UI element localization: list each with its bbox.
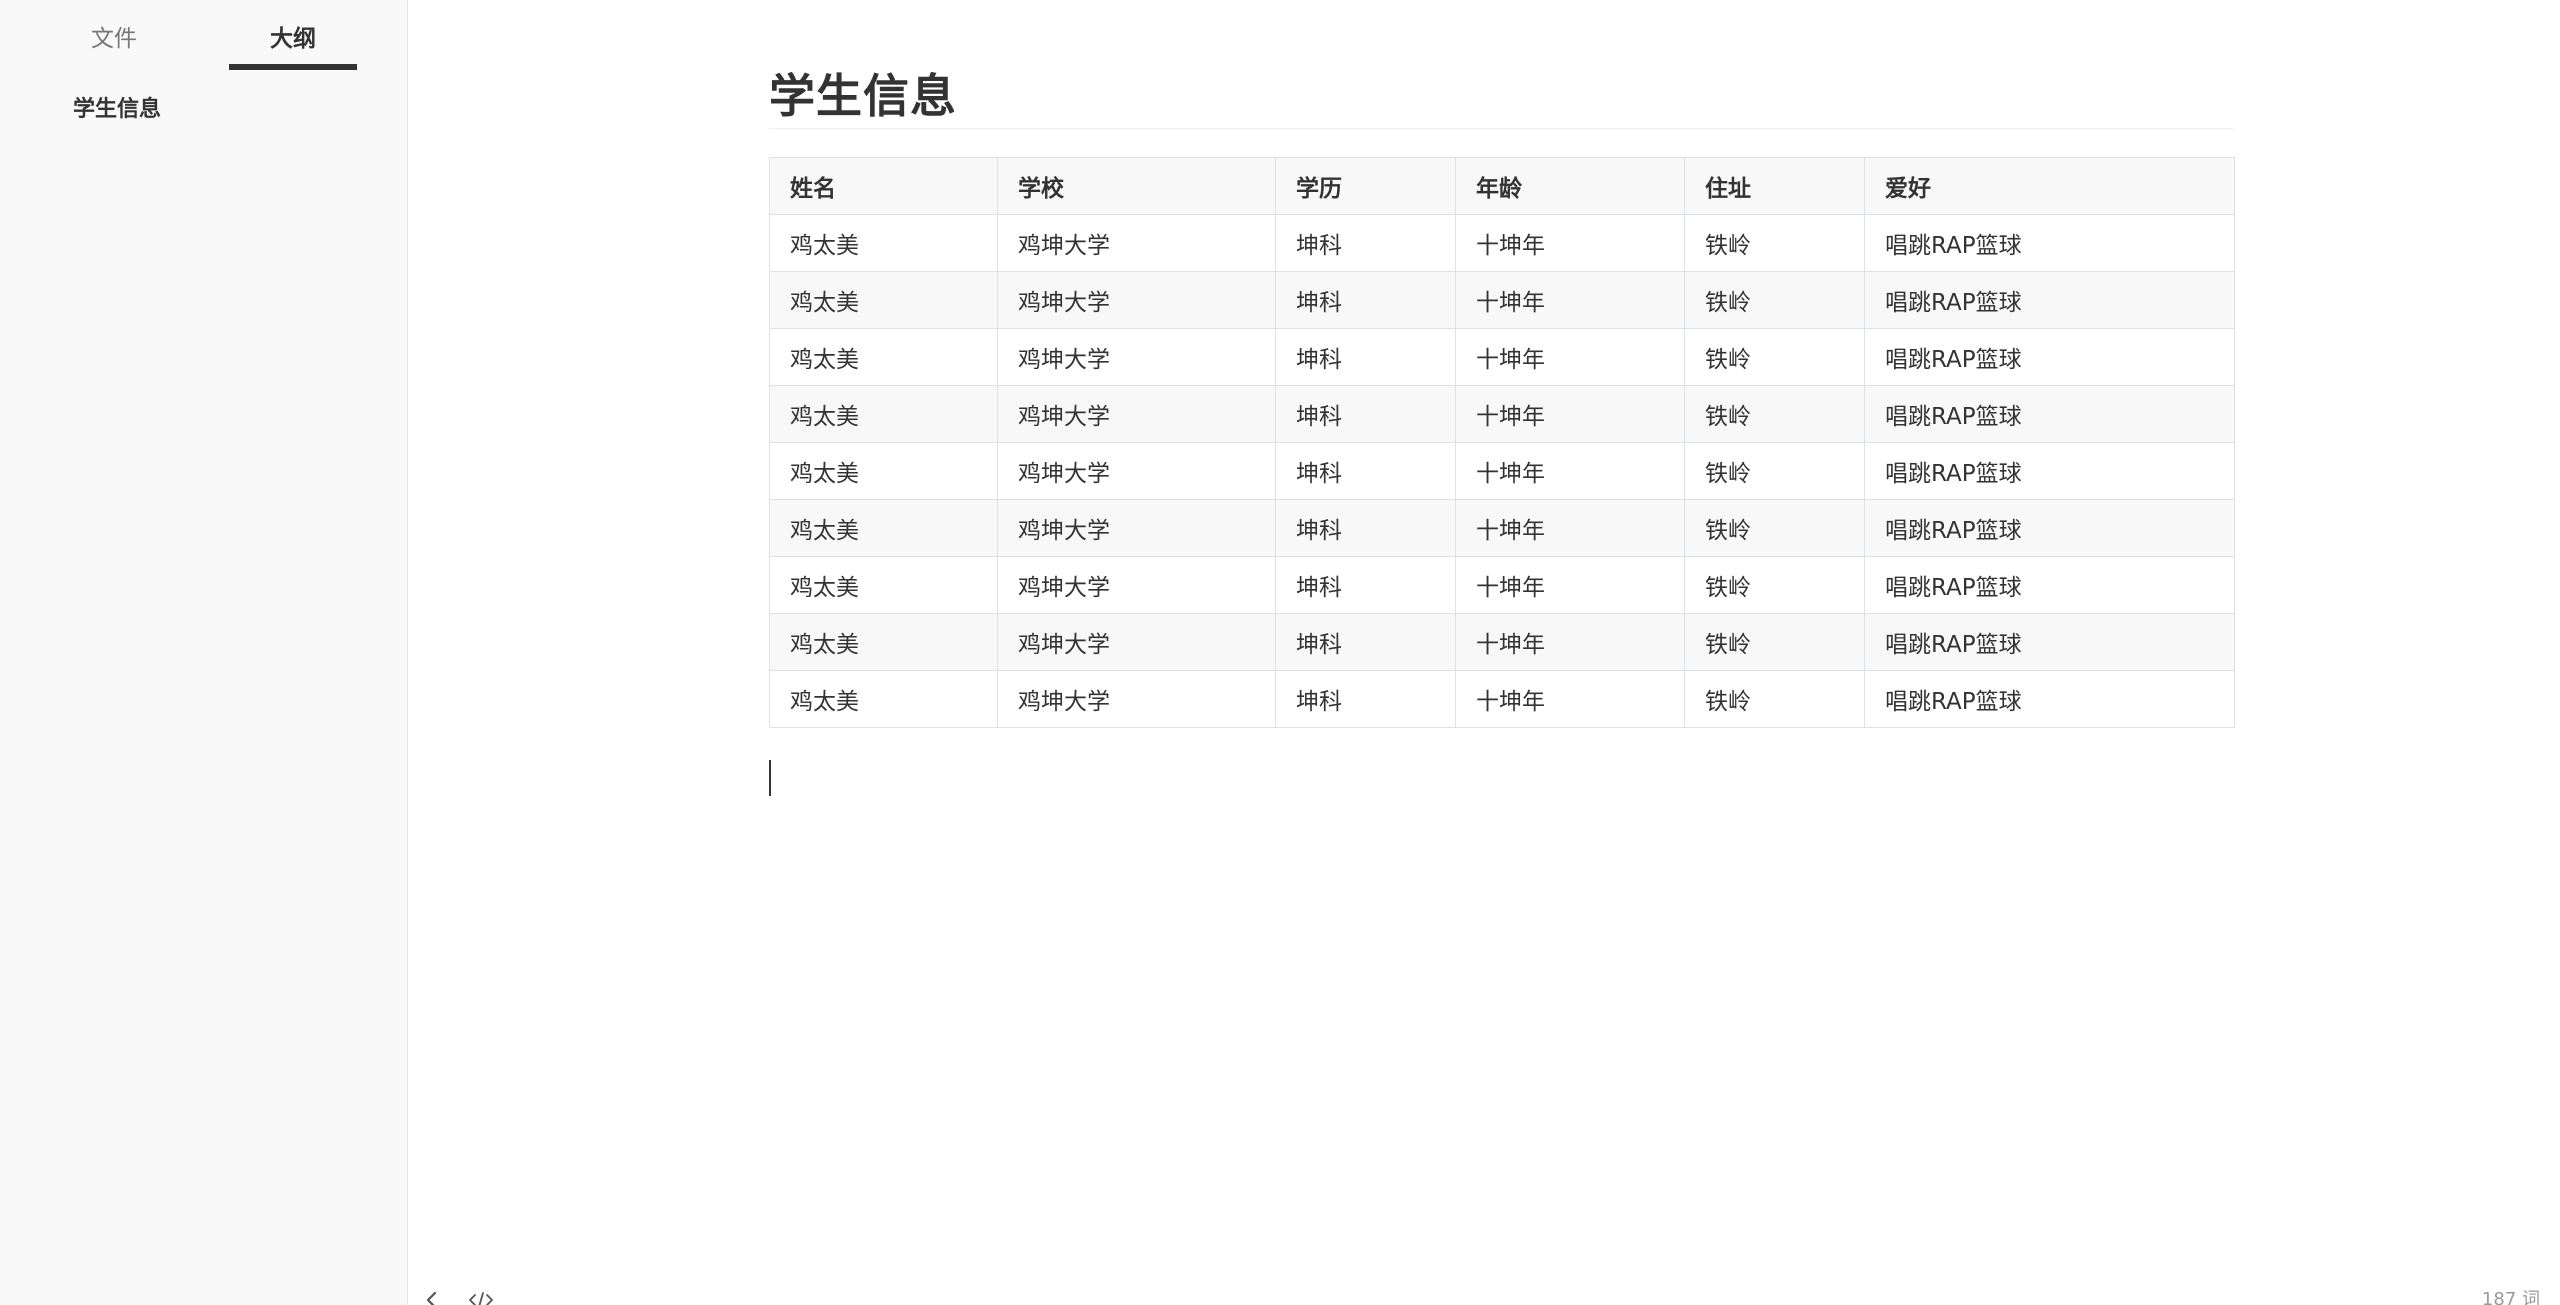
table-cell[interactable]: 坤科 <box>1275 556 1456 614</box>
table-cell[interactable]: 十坤年 <box>1455 613 1685 671</box>
table-header-cell[interactable]: 学历 <box>1275 157 1456 215</box>
table-header-cell[interactable]: 学校 <box>997 157 1276 215</box>
table-cell[interactable]: 唱跳RAP篮球 <box>1864 328 2235 386</box>
table-cell[interactable]: 鸡坤大学 <box>997 613 1276 671</box>
table-cell[interactable]: 铁岭 <box>1684 271 1865 329</box>
table-cell[interactable]: 十坤年 <box>1455 328 1685 386</box>
table-cell[interactable]: 坤科 <box>1275 442 1456 500</box>
table-cell[interactable]: 鸡坤大学 <box>997 271 1276 329</box>
table-row: 鸡太美 鸡坤大学 坤科 十坤年 铁岭 唱跳RAP篮球 <box>769 214 2235 272</box>
table-row: 鸡太美 鸡坤大学 坤科 十坤年 铁岭 唱跳RAP篮球 <box>769 271 2235 329</box>
table-cell[interactable]: 鸡坤大学 <box>997 670 1276 728</box>
table-header-cell[interactable]: 姓名 <box>769 157 998 215</box>
table-row: 鸡太美 鸡坤大学 坤科 十坤年 铁岭 唱跳RAP篮球 <box>769 385 2235 443</box>
table-cell[interactable]: 铁岭 <box>1684 214 1865 272</box>
table-cell[interactable]: 十坤年 <box>1455 385 1685 443</box>
table-header-row: 姓名 学校 学历 年龄 住址 爱好 <box>769 157 2235 215</box>
table-cell[interactable]: 坤科 <box>1275 613 1456 671</box>
table-cell[interactable]: 坤科 <box>1275 385 1456 443</box>
table-cell[interactable]: 十坤年 <box>1455 670 1685 728</box>
table-cell[interactable]: 铁岭 <box>1684 499 1865 557</box>
table-cell[interactable]: 十坤年 <box>1455 271 1685 329</box>
table-cell[interactable]: 鸡太美 <box>769 499 998 557</box>
table-cell[interactable]: 鸡坤大学 <box>997 214 1276 272</box>
table-row: 鸡太美 鸡坤大学 坤科 十坤年 铁岭 唱跳RAP篮球 <box>769 670 2235 728</box>
student-table[interactable]: 姓名 学校 学历 年龄 住址 爱好 鸡太美 鸡坤大学 坤科 十坤年 铁岭 唱跳RAP篮球 鸡太美 鸡坤大… <box>769 157 2235 728</box>
code-icon[interactable] <box>466 1286 496 1305</box>
table-cell[interactable]: 坤科 <box>1275 214 1456 272</box>
table-row: 鸡太美 鸡坤大学 坤科 十坤年 铁岭 唱跳RAP篮球 <box>769 613 2235 671</box>
editor-area[interactable]: 学生信息 姓名 学校 学历 年龄 住址 爱好 鸡太美 鸡坤大学 坤科 十坤年 铁岭 唱跳RAP篮球鸡… <box>409 0 2560 1305</box>
table-cell[interactable]: 鸡坤大学 <box>997 328 1276 386</box>
table-cell[interactable]: 鸡太美 <box>769 613 998 671</box>
table-cell[interactable]: 鸡坤大学 <box>997 556 1276 614</box>
document: 学生信息 姓名 学校 学历 年龄 住址 爱好 鸡太美 鸡坤大学 坤科 十坤年 铁岭 唱跳RAP篮球鸡… <box>769 66 2235 728</box>
table-header-cell[interactable]: 年龄 <box>1455 157 1685 215</box>
table-row: 鸡太美 鸡坤大学 坤科 十坤年 铁岭 唱跳RAP篮球 <box>769 556 2235 614</box>
table-cell[interactable]: 唱跳RAP篮球 <box>1864 385 2235 443</box>
table-cell[interactable]: 十坤年 <box>1455 214 1685 272</box>
table-cell[interactable]: 鸡太美 <box>769 271 998 329</box>
tab-outline[interactable]: 大纲 <box>229 24 357 70</box>
table-row: 鸡太美 鸡坤大学 坤科 十坤年 铁岭 唱跳RAP篮球 <box>769 499 2235 557</box>
text-cursor <box>769 760 771 796</box>
typora-window: 文件 大纲 学生信息 学生信息 姓名 学校 学历 年龄 住址 爱好 鸡太美 鸡坤… <box>0 0 2560 1305</box>
table-header-cell[interactable]: 住址 <box>1684 157 1865 215</box>
outline-item-heading[interactable]: 学生信息 <box>73 95 161 125</box>
table-cell[interactable]: 唱跳RAP篮球 <box>1864 556 2235 614</box>
table-cell[interactable]: 鸡太美 <box>769 328 998 386</box>
sidebar: 文件 大纲 学生信息 <box>0 0 408 1305</box>
table-cell[interactable]: 鸡太美 <box>769 556 998 614</box>
table-cell[interactable]: 铁岭 <box>1684 613 1865 671</box>
table-cell[interactable]: 唱跳RAP篮球 <box>1864 271 2235 329</box>
table-cell[interactable]: 唱跳RAP篮球 <box>1864 670 2235 728</box>
table-cell[interactable]: 鸡坤大学 <box>997 385 1276 443</box>
table-cell[interactable]: 坤科 <box>1275 328 1456 386</box>
table-cell[interactable]: 唱跳RAP篮球 <box>1864 214 2235 272</box>
table-cell[interactable]: 鸡太美 <box>769 214 998 272</box>
table-cell[interactable]: 铁岭 <box>1684 385 1865 443</box>
table-cell[interactable]: 铁岭 <box>1684 442 1865 500</box>
tab-outline-label: 大纲 <box>270 26 316 52</box>
table-cell[interactable]: 鸡太美 <box>769 670 998 728</box>
table-cell[interactable]: 铁岭 <box>1684 670 1865 728</box>
table-cell[interactable]: 铁岭 <box>1684 328 1865 386</box>
active-tab-indicator <box>229 64 357 70</box>
table-cell[interactable]: 十坤年 <box>1455 442 1685 500</box>
table-cell[interactable]: 唱跳RAP篮球 <box>1864 613 2235 671</box>
chevron-left-icon[interactable] <box>417 1286 447 1305</box>
word-count[interactable]: 187 词 <box>2482 1288 2540 1305</box>
table-header-cell[interactable]: 爱好 <box>1864 157 2235 215</box>
table-cell[interactable]: 唱跳RAP篮球 <box>1864 442 2235 500</box>
table-cell[interactable]: 十坤年 <box>1455 556 1685 614</box>
table-cell[interactable]: 坤科 <box>1275 271 1456 329</box>
table-cell[interactable]: 鸡太美 <box>769 385 998 443</box>
table-cell[interactable]: 铁岭 <box>1684 556 1865 614</box>
tab-files-label: 文件 <box>91 26 137 52</box>
table-row: 鸡太美 鸡坤大学 坤科 十坤年 铁岭 唱跳RAP篮球 <box>769 442 2235 500</box>
table-cell[interactable]: 鸡太美 <box>769 442 998 500</box>
table-row: 鸡太美 鸡坤大学 坤科 十坤年 铁岭 唱跳RAP篮球 <box>769 328 2235 386</box>
table-cell[interactable]: 坤科 <box>1275 670 1456 728</box>
sidebar-tabs: 文件 大纲 <box>0 0 408 70</box>
tab-files[interactable]: 文件 <box>50 24 178 70</box>
table-body: 鸡太美 鸡坤大学 坤科 十坤年 铁岭 唱跳RAP篮球 鸡太美 鸡坤大学 坤科 十坤年 铁岭 唱跳RAP… <box>769 214 2235 728</box>
table-cell[interactable]: 鸡坤大学 <box>997 442 1276 500</box>
table-cell[interactable]: 鸡坤大学 <box>997 499 1276 557</box>
document-heading[interactable]: 学生信息 <box>769 66 2234 129</box>
table-cell[interactable]: 唱跳RAP篮球 <box>1864 499 2235 557</box>
table-cell[interactable]: 坤科 <box>1275 499 1456 557</box>
table-cell[interactable]: 十坤年 <box>1455 499 1685 557</box>
